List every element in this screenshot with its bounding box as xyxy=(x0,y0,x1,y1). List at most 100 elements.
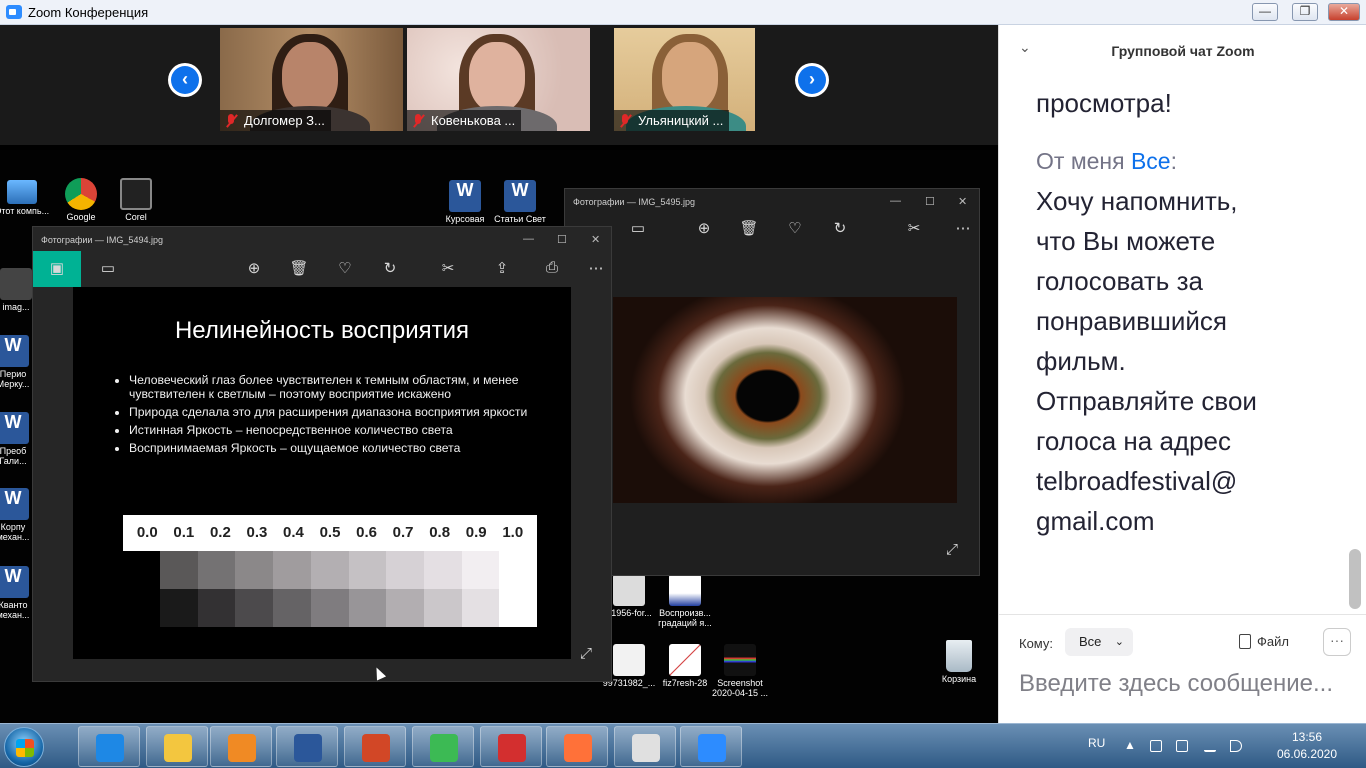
slide-bullet: Воспринимаемая Яркость – ощущаемое колич… xyxy=(129,441,559,455)
chevron-right-icon: › xyxy=(798,66,826,94)
desktop-icon-label: Этот компь... xyxy=(0,206,50,216)
close-button[interactable]: ✕ xyxy=(1328,3,1360,21)
word-doc-icon xyxy=(0,412,29,444)
participant-name: Ульяницкий ... xyxy=(614,110,730,131)
minimize-button[interactable]: — xyxy=(523,233,534,245)
add-to-album-icon[interactable]: ▭ xyxy=(627,219,649,237)
more-icon[interactable]: ⋯ xyxy=(952,219,974,237)
show-hidden-icons-icon[interactable]: ▲ xyxy=(1124,738,1136,752)
volume-icon[interactable] xyxy=(1230,740,1242,752)
taskbar-app-button[interactable] xyxy=(412,726,474,767)
zoom-icon xyxy=(698,734,726,762)
chat-scrollbar[interactable] xyxy=(1349,549,1361,609)
scale-label: 0.6 xyxy=(356,524,377,541)
recipient-value: Все xyxy=(1079,634,1102,649)
zoom-in-icon[interactable]: ⊕ xyxy=(693,219,715,237)
gray-swatch xyxy=(499,589,538,627)
gray-swatch xyxy=(348,551,387,589)
language-indicator[interactable]: RU xyxy=(1088,736,1105,750)
chat-message-input[interactable]: Введите здесь сообщение... xyxy=(1019,668,1349,700)
zoom-in-icon[interactable]: ⊕ xyxy=(243,259,265,277)
close-button[interactable]: ✕ xyxy=(591,233,600,246)
chevron-left-icon: ‹ xyxy=(171,66,199,94)
image-file-icon xyxy=(613,574,645,606)
minimize-button[interactable]: — xyxy=(890,195,901,207)
gray-swatch xyxy=(273,551,311,589)
participant-gallery-strip: ‹ Долгомер З... Ковенькова ... Ульяницки… xyxy=(0,25,998,145)
slide-bullet: Человеческий глаз более чувствителен к т… xyxy=(129,373,559,401)
firefox-icon xyxy=(564,734,592,762)
gray-swatch xyxy=(461,589,500,627)
taskbar-app-button[interactable] xyxy=(614,726,676,767)
participant-video-tile[interactable]: Долгомер З... xyxy=(220,28,403,131)
image-file-icon xyxy=(613,644,645,676)
zoom-app-icon xyxy=(6,5,22,19)
favorite-icon[interactable]: ♡ xyxy=(334,259,356,277)
start-button[interactable] xyxy=(4,727,44,767)
gallery-prev-button[interactable]: ‹ xyxy=(168,63,202,97)
desktop-icon[interactable]: Corel xyxy=(101,178,171,222)
maximize-button[interactable]: ☐ xyxy=(925,195,935,208)
print-icon[interactable]: ⎙ xyxy=(541,259,563,276)
linear-brightness-row xyxy=(160,589,538,627)
taskbar-clock[interactable]: 13:56 06.06.2020 xyxy=(1262,729,1352,763)
gray-swatch xyxy=(197,551,236,589)
fullscreen-icon[interactable]: ⤢ xyxy=(575,645,597,662)
delete-icon[interactable]: 🗑 xyxy=(288,259,310,277)
more-icon[interactable]: ⋯ xyxy=(585,259,607,277)
gray-swatch xyxy=(310,551,349,589)
taskbar-app-button[interactable] xyxy=(344,726,406,767)
desktop-icon[interactable]: Screenshot 2020-04-15 ... xyxy=(705,644,775,698)
close-button[interactable]: ✕ xyxy=(958,195,967,208)
taskbar-app-button[interactable] xyxy=(146,726,208,767)
taskbar-app-button[interactable] xyxy=(546,726,608,767)
recipient-dropdown[interactable]: Все ⌄ xyxy=(1065,628,1133,656)
rotate-icon[interactable]: ↻ xyxy=(829,219,851,237)
fullscreen-icon[interactable]: ⤢ xyxy=(941,541,963,558)
edit-icon[interactable]: ✂ xyxy=(437,259,459,277)
word-icon xyxy=(294,734,322,762)
window-title: Zoom Конференция xyxy=(28,5,149,20)
participant-video-tile[interactable]: Ковенькова ... xyxy=(407,28,590,131)
chat-message-meta: От меня Все: xyxy=(1036,148,1177,174)
internet-explorer-icon xyxy=(96,734,124,762)
share-icon[interactable]: ⇪ xyxy=(491,259,513,277)
photo-viewer-window-back[interactable]: Фотографии — IMG_5495.jpg — ☐ ✕ ▭ ⊕ 🗑 ♡ … xyxy=(564,188,980,576)
delete-icon[interactable]: 🗑 xyxy=(738,219,760,237)
taskbar-app-button[interactable] xyxy=(210,726,272,767)
scale-label: 0.8 xyxy=(429,524,451,541)
participant-name: Ковенькова ... xyxy=(407,110,522,131)
desktop-icon[interactable]: Этот компь... xyxy=(0,180,52,216)
device-icon[interactable] xyxy=(1176,740,1188,752)
more-options-button[interactable]: ··· xyxy=(1323,628,1351,656)
scale-label: 0.1 xyxy=(173,524,195,541)
word-doc-icon xyxy=(0,488,29,520)
desktop-icon[interactable]: Статьи Свет xyxy=(485,180,555,224)
file-button[interactable]: Файл xyxy=(1239,634,1289,649)
gallery-next-button[interactable]: › xyxy=(795,63,829,97)
taskbar-app-button[interactable] xyxy=(78,726,140,767)
favorite-icon[interactable]: ♡ xyxy=(784,219,806,237)
desktop-icon[interactable]: Корзина xyxy=(924,640,994,684)
desktop-icon[interactable]: Воспроизв... градаций я... xyxy=(650,574,720,628)
taskbar-app-button[interactable] xyxy=(276,726,338,767)
chat-message-recipient[interactable]: Все xyxy=(1131,148,1171,174)
brightness-scale-labels: 0.0 0.1 0.2 0.3 0.4 0.5 0.6 0.7 0.8 0.9 1.0 xyxy=(123,515,537,551)
signal-icon[interactable] xyxy=(1204,740,1216,752)
edit-icon[interactable]: ✂ xyxy=(903,219,925,237)
maximize-button[interactable]: ☐ xyxy=(557,233,567,246)
media-player-icon xyxy=(228,734,256,762)
windows-taskbar: RU ▲ 13:56 06.06.2020 xyxy=(0,723,1366,768)
taskbar-app-button[interactable] xyxy=(680,726,742,767)
rotate-icon[interactable]: ↻ xyxy=(379,259,401,277)
participant-video-tile[interactable]: Ульяницкий ... xyxy=(614,28,755,131)
add-to-album-icon[interactable]: ▭ xyxy=(97,259,119,277)
maximize-button[interactable]: ❐ xyxy=(1292,3,1318,21)
photo-viewer-window-front[interactable]: Фотографии — IMG_5494.jpg — ☐ ✕ ▣ ▭ ⊕ 🗑 … xyxy=(32,226,612,682)
gray-swatch xyxy=(160,551,198,589)
network-icon[interactable] xyxy=(1150,740,1162,752)
gray-swatch xyxy=(235,589,274,627)
pdf-reader-icon xyxy=(498,734,526,762)
taskbar-app-button[interactable] xyxy=(480,726,542,767)
minimize-button[interactable]: — xyxy=(1252,3,1278,21)
